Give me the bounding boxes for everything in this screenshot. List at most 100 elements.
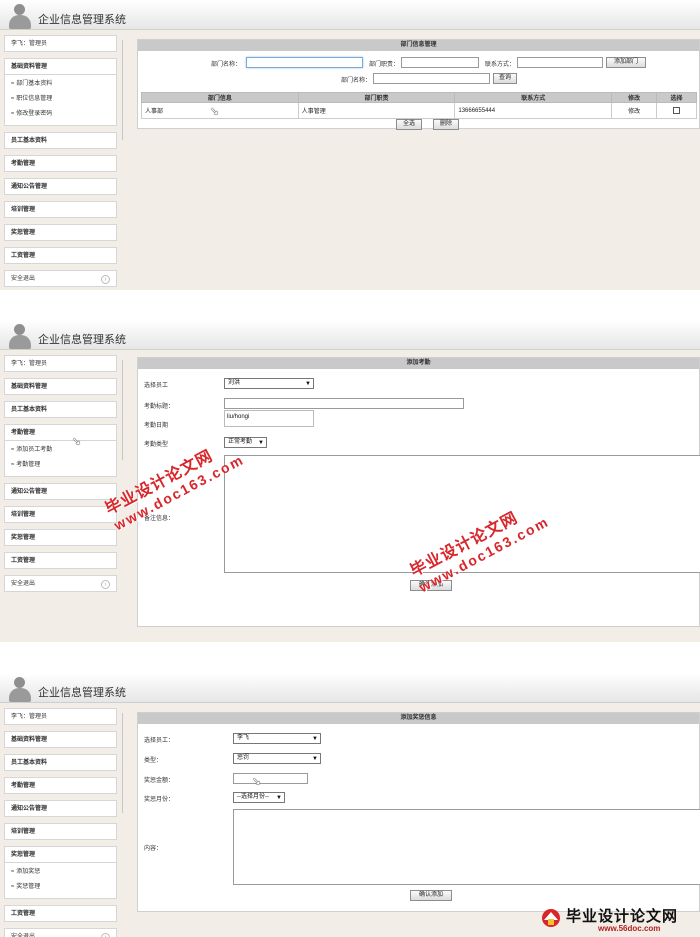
- arrow-right-icon: ›: [101, 580, 110, 589]
- employee-label: 选择员工：: [144, 738, 175, 744]
- month-select[interactable]: --选择月份-- ▼: [233, 792, 285, 803]
- sidebar-group-attendance[interactable]: 考勤管理: [4, 155, 117, 172]
- avatar-icon: [8, 676, 32, 702]
- sidebar-item-add-attendance[interactable]: ≈ 添加员工考勤: [11, 443, 116, 458]
- search-button[interactable]: 查询: [493, 73, 517, 84]
- search-name-input[interactable]: [373, 73, 490, 84]
- sidebar-group-training[interactable]: 培训管理: [4, 823, 117, 840]
- chevron-down-icon: ▼: [258, 440, 264, 446]
- user-label: 李飞：管理员: [4, 355, 117, 372]
- arrow-right-icon: ›: [101, 275, 110, 284]
- sidebar-group-salary[interactable]: 工资管理: [4, 552, 117, 569]
- logo-url: www.56doc.com: [598, 924, 661, 933]
- sidebar-group-reward[interactable]: 奖惩管理: [4, 846, 117, 863]
- amount-label: 奖惩金额：: [144, 778, 175, 784]
- type-select[interactable]: 惩罚 ▼: [233, 753, 321, 764]
- amount-input[interactable]: [233, 773, 308, 784]
- chevron-icon: ≈: [11, 111, 15, 117]
- select-all-button[interactable]: 全选: [396, 119, 422, 130]
- sidebar-group-notice[interactable]: 通知公告管理: [4, 178, 117, 195]
- sidebar: 李飞：管理员 基础资料管理 ≈ 部门基本资料 ≈ 职位信息管理 ≈ 修改登录密码 员工…: [4, 35, 117, 290]
- sidebar-group-training[interactable]: 培训管理: [4, 506, 117, 523]
- panel-title: 部门信息管理: [138, 40, 699, 51]
- employee-select[interactable]: 刘洪 ▼: [224, 378, 314, 389]
- logout-button[interactable]: 安全退出›: [4, 928, 117, 937]
- col-header-edit: 修改: [611, 92, 658, 103]
- chevron-down-icon: ▼: [312, 756, 318, 762]
- sidebar-group-basic[interactable]: 基础资料管理: [4, 731, 117, 748]
- sidebar-group-training[interactable]: 培训管理: [4, 201, 117, 218]
- sidebar-scroll-divider: [122, 40, 123, 140]
- contact-input[interactable]: [517, 57, 603, 68]
- attendance-date-label: 考勤日期: [144, 423, 169, 429]
- table-row: 人事部 人事管理 13666655444 修改: [141, 102, 697, 119]
- sidebar-item-add-reward[interactable]: ≈ 添加奖惩: [11, 865, 116, 880]
- col-header-duty: 部门职责: [297, 92, 456, 103]
- chevron-icon: ≈: [11, 884, 15, 890]
- sidebar-item-reward-manage[interactable]: ≈ 奖惩管理: [11, 880, 116, 895]
- attendance-title-input[interactable]: [224, 398, 464, 409]
- mouse-cursor-icon: ➘: [210, 106, 220, 118]
- sidebar-group-employee[interactable]: 员工基本资料: [4, 754, 117, 771]
- content-label: 内容：: [144, 846, 163, 852]
- sidebar-group-salary[interactable]: 工资管理: [4, 247, 117, 264]
- attendance-title-label: 考勤标题：: [144, 404, 175, 410]
- avatar-icon: [8, 3, 32, 29]
- autocomplete-suggestion[interactable]: liu/hongi: [224, 410, 314, 427]
- sidebar-group-attendance[interactable]: 考勤管理: [4, 424, 117, 441]
- sidebar-group-employee[interactable]: 员工基本资料: [4, 132, 117, 149]
- cell-contact: 13666655444: [454, 102, 613, 119]
- dept-table: 部门信息 部门职责 联系方式 修改 选择 人事部 人事管理 1366665544…: [141, 92, 697, 119]
- chevron-down-icon: ▼: [276, 795, 282, 801]
- logout-button[interactable]: 安全退出›: [4, 575, 117, 592]
- row-checkbox[interactable]: [673, 106, 681, 114]
- user-label: 李飞：管理员: [4, 708, 117, 725]
- month-label: 奖惩月份：: [144, 797, 175, 803]
- sidebar-item-position[interactable]: ≈ 职位信息管理: [11, 92, 116, 107]
- sidebar-item-password[interactable]: ≈ 修改登录密码: [11, 107, 116, 122]
- arrow-right-icon: ›: [101, 933, 110, 937]
- sidebar-group-employee[interactable]: 员工基本资料: [4, 401, 117, 418]
- sidebar-group-salary[interactable]: 工资管理: [4, 905, 117, 922]
- panel-title: 添加考勤: [138, 358, 699, 369]
- type-label: 类型：: [144, 758, 163, 764]
- app-title: 企业信息管理系统: [38, 687, 126, 699]
- sidebar-group-notice[interactable]: 通知公告管理: [4, 800, 117, 817]
- sidebar-group-basic[interactable]: 基础资料管理: [4, 378, 117, 395]
- attendance-type-label: 考勤类型: [144, 442, 169, 448]
- sidebar-item-attendance-manage[interactable]: ≈ 考勤管理: [11, 458, 116, 473]
- sidebar: 李飞：管理员 基础资料管理 员工基本资料 考勤管理 通知公告管理 培训管理 奖惩…: [4, 708, 117, 937]
- app-title: 企业信息管理系统: [38, 334, 126, 346]
- sidebar-item-dept-info[interactable]: ≈ 部门基本资料: [11, 77, 116, 92]
- user-label: 李飞：管理员: [4, 35, 117, 52]
- dept-name-input[interactable]: [246, 57, 363, 68]
- mouse-cursor-icon: ➘: [252, 776, 262, 788]
- chevron-icon: ≈: [11, 447, 15, 453]
- search-name-label: 部门名称：: [341, 78, 372, 84]
- delete-button[interactable]: 删除: [433, 119, 459, 130]
- sidebar-group-reward[interactable]: 奖惩管理: [4, 529, 117, 546]
- screenshot-add-reward: 企业信息管理系统 李飞：管理员 基础资料管理 员工基本资料 考勤管理 通知公告管…: [0, 673, 700, 937]
- cell-dept-duty: 人事管理: [297, 102, 456, 119]
- reward-panel: 添加奖惩信息 选择员工： 李飞 ▼ 类型： 惩罚 ▼ 奖惩金额： 奖惩月份： --选…: [137, 712, 700, 912]
- screenshot-dept-management: 企业信息管理系统 李飞：管理员 基础资料管理 ≈ 部门基本资料 ≈ 职位信息管理 ≈…: [0, 0, 700, 290]
- app-header: 企业信息管理系统: [0, 673, 700, 703]
- mouse-cursor-icon: ➘: [72, 436, 82, 448]
- sidebar-scroll-divider: [122, 713, 123, 813]
- col-header-select: 选择: [656, 92, 697, 103]
- chevron-icon: ≈: [11, 869, 15, 875]
- sidebar-group-basic[interactable]: 基础资料管理: [4, 58, 117, 75]
- content-textarea[interactable]: [233, 809, 700, 885]
- employee-select[interactable]: 李飞 ▼: [233, 733, 321, 744]
- chevron-down-icon: ▼: [305, 381, 311, 387]
- logout-button[interactable]: 安全退出›: [4, 270, 117, 287]
- sidebar-sub-list: ≈ 部门基本资料 ≈ 职位信息管理 ≈ 修改登录密码: [4, 75, 117, 126]
- add-dept-button[interactable]: 添加部门: [606, 57, 646, 68]
- avatar-icon: [8, 323, 32, 349]
- sidebar-group-reward[interactable]: 奖惩管理: [4, 224, 117, 241]
- confirm-add-button[interactable]: 确认添加: [410, 890, 452, 901]
- sidebar-group-attendance[interactable]: 考勤管理: [4, 777, 117, 794]
- dept-duty-input[interactable]: [401, 57, 479, 68]
- sidebar-sub-list: ≈ 添加奖惩 ≈ 奖惩管理: [4, 863, 117, 899]
- edit-link[interactable]: 修改: [611, 102, 658, 119]
